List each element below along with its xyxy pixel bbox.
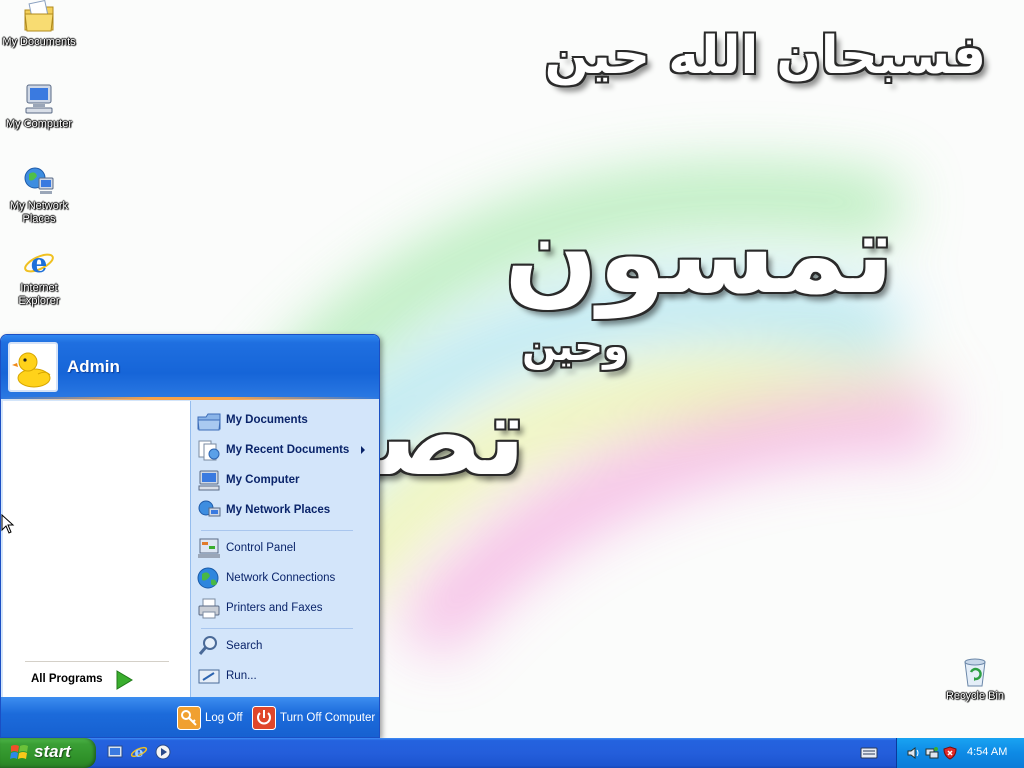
menu-item-label: Run... [226,670,257,682]
menu-item-my-computer[interactable]: My Computer [197,466,375,494]
windows-logo-icon [10,745,28,759]
places-panel: My Documents My Recent Documents My Comp… [190,401,379,697]
menu-item-printers-and-faxes[interactable]: Printers and Faxes [197,594,375,622]
power-icon [252,706,276,730]
start-menu: Admin All Programs My Documents My Recen… [0,334,380,738]
user-avatar[interactable] [8,342,58,392]
menu-item-label: My Network Places [226,504,331,516]
svg-text:e: e [31,249,48,279]
separator [201,530,353,531]
start-button[interactable]: start [0,738,96,768]
menu-item-label: My Computer [226,474,300,486]
menu-item-my-documents[interactable]: My Documents [197,406,375,434]
desktop-icon-label: My Documents [2,36,76,48]
all-programs-button[interactable]: All Programs [3,661,190,697]
duck-icon [12,352,51,388]
wallpaper-text-line1: فسبحان الله حين [544,26,986,86]
green-arrow-icon [116,670,133,690]
all-programs-label: All Programs [31,673,103,685]
pinned-programs-panel: All Programs [3,401,190,697]
desktop-icon-my-network-places[interactable]: My Network Places [1,164,77,226]
turn-off-label: Turn Off Computer [280,712,376,724]
separator [25,661,169,662]
desktop-icon-my-computer[interactable]: My Computer [1,82,77,131]
control-panel-icon [198,538,220,558]
my-documents-icon [197,413,221,431]
menu-item-label: My Documents [226,414,308,426]
network-places-icon [198,500,221,517]
system-tray: 4:54 AM [896,738,1024,768]
computer-icon [25,84,53,114]
printers-faxes-icon [198,598,220,619]
folder-documents-icon [24,0,54,32]
media-player-icon[interactable] [154,743,172,761]
submenu-arrow-icon [361,446,366,454]
menu-item-my-network-places[interactable]: My Network Places [197,496,375,524]
security-shield-icon[interactable] [943,746,957,760]
internet-explorer-icon[interactable]: e [130,743,148,761]
clock[interactable]: 4:54 AM [967,746,1007,758]
desktop-icon-label: My Network Places [9,200,69,225]
desktop-icon-my-documents[interactable]: My Documents [1,0,77,49]
desktop-icon-internet-explorer[interactable]: e Internet Explorer [1,246,77,308]
network-connections-icon [197,567,219,589]
mouse-cursor-icon [1,514,15,534]
desktop[interactable]: فسبحان الله حين تمسون وحين تصبحون My Doc… [0,0,1024,738]
recent-documents-icon [198,440,220,461]
start-menu-header: Admin [1,335,379,399]
desktop-icon-label: Recycle Bin [945,690,1005,702]
wallpaper-text-line3: وحين [521,324,628,370]
menu-item-label: Network Connections [226,572,336,584]
taskbar: start e 4:54 AM [0,738,1024,768]
menu-item-label: My Recent Documents [226,444,350,456]
log-off-label: Log Off [205,712,243,724]
menu-item-run[interactable]: Run... [197,662,375,690]
menu-item-label: Printers and Faxes [226,602,323,614]
separator [201,628,353,629]
search-icon [198,636,217,655]
internet-explorer-icon: e [24,249,54,279]
log-off-button[interactable]: Log Off [177,705,243,731]
svg-text:e: e [135,745,144,761]
network-icon[interactable] [925,746,939,760]
run-icon [198,669,220,684]
recycle-bin-icon [964,658,986,687]
start-menu-footer: Log Off Turn Off Computer [1,697,379,737]
network-places-icon [24,167,54,194]
quick-launch: e [106,743,172,763]
header-divider [1,397,379,400]
menu-item-label: Search [226,640,263,652]
desktop-icon-label: My Computer [5,118,73,130]
turn-off-computer-button[interactable]: Turn Off Computer [252,705,375,731]
menu-item-network-connections[interactable]: Network Connections [197,564,375,592]
show-desktop-icon[interactable] [106,743,124,761]
volume-icon[interactable] [907,746,921,760]
desktop-icon-recycle-bin[interactable]: Recycle Bin [937,656,1013,703]
start-label: start [34,742,71,761]
menu-item-control-panel[interactable]: Control Panel [197,534,375,562]
key-icon [177,706,201,730]
keyboard-icon[interactable] [860,746,878,760]
desktop-icon-label: Internet Explorer [18,282,60,307]
wallpaper-text-line2: تمسون [504,190,894,318]
my-computer-icon [198,470,220,491]
user-name: Admin [67,357,120,376]
menu-item-label: Control Panel [226,542,296,554]
menu-item-my-recent-documents[interactable]: My Recent Documents [197,436,375,464]
menu-item-search[interactable]: Search [197,632,375,660]
